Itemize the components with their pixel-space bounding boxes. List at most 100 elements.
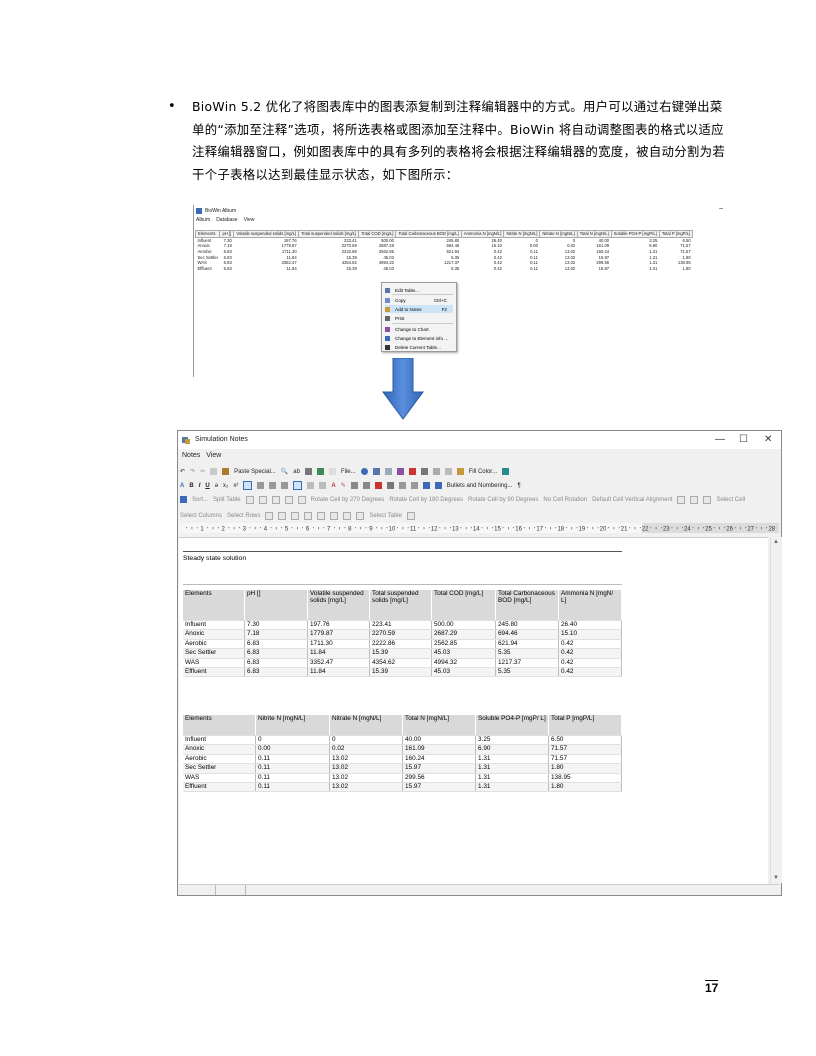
split-table-button[interactable]: Split Table — [213, 497, 241, 503]
vertical-scrollbar[interactable]: ▲ ▼ — [770, 537, 782, 883]
close-button[interactable]: ✕ — [764, 434, 772, 445]
copy-icon[interactable] — [210, 468, 218, 475]
font-color-a-icon[interactable]: A — [180, 483, 184, 489]
menu-notes[interactable]: Notes — [182, 452, 200, 459]
cell-option-icon[interactable] — [297, 495, 306, 504]
spacing-icon[interactable] — [410, 482, 418, 489]
insert-icon[interactable] — [278, 511, 287, 520]
align-left-icon[interactable] — [243, 481, 253, 490]
ruler[interactable]: 1 2 3 4 5 6 7 8 9 10 11 12 13 14 15 16 17 18 19 20 21 22 23 24 2… — [179, 523, 779, 533]
cell-option-icon[interactable] — [258, 495, 267, 504]
replace-icon[interactable]: ab — [293, 469, 300, 475]
paste-icon[interactable] — [222, 468, 230, 475]
context-menu-item[interactable]: Change to Chart — [385, 325, 453, 333]
select-rows-button[interactable]: Select Rows — [227, 513, 260, 519]
table-grid-icon[interactable] — [180, 496, 187, 503]
cell-align-icon[interactable] — [703, 495, 712, 504]
table-row[interactable]: Influent 0 0 40.00 3.25 6.50 — [183, 735, 622, 746]
context-menu-item[interactable]: Copy Ctrl+C — [385, 296, 453, 304]
object-icon[interactable] — [328, 468, 336, 475]
table-row[interactable]: Anoxic 7.18 1779.87 2270.59 2687.29 694.46 15.… — [183, 629, 622, 640]
tab-icon[interactable] — [398, 482, 406, 489]
cell-align-icon[interactable] — [690, 495, 699, 504]
valign-bottom-icon[interactable] — [319, 482, 327, 489]
cell-align-icon[interactable] — [677, 495, 686, 504]
superscript-icon[interactable]: x² — [233, 483, 238, 489]
cut-icon[interactable]: ✂ — [200, 468, 205, 475]
table-icon[interactable] — [384, 468, 392, 475]
outdent-icon[interactable] — [362, 482, 370, 489]
find-icon[interactable]: 🔍 — [281, 468, 288, 475]
scroll-down-icon[interactable]: ▼ — [773, 875, 779, 881]
bullet-list-icon[interactable] — [422, 482, 430, 489]
insert-icon[interactable] — [291, 511, 300, 520]
no-rotation-button[interactable]: No Cell Rotation — [543, 497, 587, 503]
globe-icon[interactable] — [360, 468, 368, 475]
paragraph-icon[interactable] — [386, 482, 394, 489]
scroll-up-icon[interactable]: ▲ — [773, 539, 779, 545]
table-row[interactable]: Effluent 0.11 13.02 15.97 1.31 1.80 — [183, 782, 622, 793]
context-menu-item[interactable]: Change to Element info ... — [385, 334, 453, 342]
table-row[interactable]: Sec Settler 6.83 11.84 15.39 45.03 5.35 0.42 — [183, 648, 622, 659]
rotate-180-button[interactable]: Rotate Cell by 180 Degrees — [389, 497, 463, 503]
insert-icon[interactable] — [330, 511, 339, 520]
select-columns-button[interactable]: Select Columns — [180, 513, 222, 519]
cell-option-icon[interactable] — [245, 495, 254, 504]
eraser-icon[interactable] — [374, 482, 382, 489]
pilcrow-button[interactable]: ¶ — [517, 483, 520, 489]
valign-top-icon[interactable] — [293, 481, 303, 490]
valign-default-button[interactable]: Default Cell Vertical Alignment — [592, 497, 672, 503]
table-row[interactable]: Aerobic 0.11 13.02 160.24 1.31 71.57 — [183, 754, 622, 765]
album-minimize-button[interactable]: – — [719, 205, 723, 212]
table-row[interactable]: Anoxic 0.00 0.02 161.09 6.90 71.57 — [183, 744, 622, 755]
context-menu-item[interactable]: Edit Table... — [385, 286, 453, 294]
table-row[interactable]: Influent 7.30 197.76 223.41 500.00 245.80 26.4… — [183, 620, 622, 631]
valign-middle-icon[interactable] — [307, 482, 315, 489]
select-cell-button[interactable]: Select Cell — [716, 497, 745, 503]
borders-icon[interactable] — [444, 468, 452, 475]
insert-icon[interactable] — [356, 511, 365, 520]
merge-icon[interactable] — [406, 511, 415, 520]
table-row[interactable]: WAS 6.83 3352.47 4354.62 4994.32 1217.37 0.42 — [183, 658, 622, 668]
shapes-icon[interactable] — [408, 468, 416, 475]
file-button[interactable]: File... — [341, 469, 356, 475]
symbol-icon[interactable] — [372, 468, 380, 475]
redo-icon[interactable]: ↷ — [190, 468, 195, 475]
chart-icon[interactable] — [396, 468, 404, 475]
table-row[interactable]: Sec Settler 0.11 13.02 15.97 1.31 1.80 — [183, 763, 622, 774]
underline-button[interactable]: U — [205, 483, 209, 489]
indent-icon[interactable] — [350, 482, 358, 489]
bullets-numbering-button[interactable]: Bullets and Numbering... — [447, 483, 513, 489]
text-color-icon[interactable]: A — [331, 483, 335, 489]
context-menu-item[interactable]: Print — [385, 314, 453, 322]
align-right-icon[interactable] — [269, 482, 277, 489]
paste-special-button[interactable]: Paste Special... — [234, 469, 276, 475]
cell-option-icon[interactable] — [284, 495, 293, 504]
context-menu-item[interactable]: Add to Notes F2 — [385, 305, 453, 313]
cell-option-icon[interactable] — [271, 495, 280, 504]
minimize-button[interactable]: — — [715, 434, 725, 445]
justify-icon[interactable] — [281, 482, 289, 489]
undo-icon[interactable]: ↶ — [180, 468, 185, 475]
fill-color-button[interactable]: Fill Color... — [469, 469, 497, 475]
bold-button[interactable]: B — [189, 483, 193, 489]
select-table-button[interactable]: Select Table — [369, 513, 402, 519]
table-row[interactable]: Effluent 6.83 11.84 15.39 45.03 5.35 0.42 — [183, 667, 622, 678]
context-menu-item[interactable]: Delete Current Table... — [385, 343, 453, 351]
subscript-icon[interactable]: x₂ — [223, 483, 228, 489]
album-menu-database[interactable]: Database — [216, 217, 237, 223]
grid-icon[interactable] — [501, 468, 509, 475]
highlight-icon[interactable]: ✎ — [341, 482, 346, 489]
rotate-270-button[interactable]: Rotate Cell by 270 Degrees — [311, 497, 385, 503]
cell-props-icon[interactable] — [432, 468, 440, 475]
maximize-button[interactable]: ☐ — [739, 434, 748, 445]
insert-icon[interactable] — [265, 511, 274, 520]
fill-color-icon[interactable] — [456, 468, 464, 475]
print-icon[interactable] — [304, 468, 312, 475]
table-row[interactable]: Aerobic 6.83 1711.30 2222.86 2562.85 621.94 0.… — [183, 639, 622, 650]
strikethrough-icon[interactable]: ə — [215, 483, 218, 489]
table-row[interactable]: WAS 0.11 13.02 299.56 1.31 138.95 — [183, 773, 622, 783]
insert-icon[interactable] — [317, 511, 326, 520]
album-menu-album[interactable]: Album — [196, 217, 210, 223]
sort-button[interactable]: Sort... — [192, 497, 208, 503]
